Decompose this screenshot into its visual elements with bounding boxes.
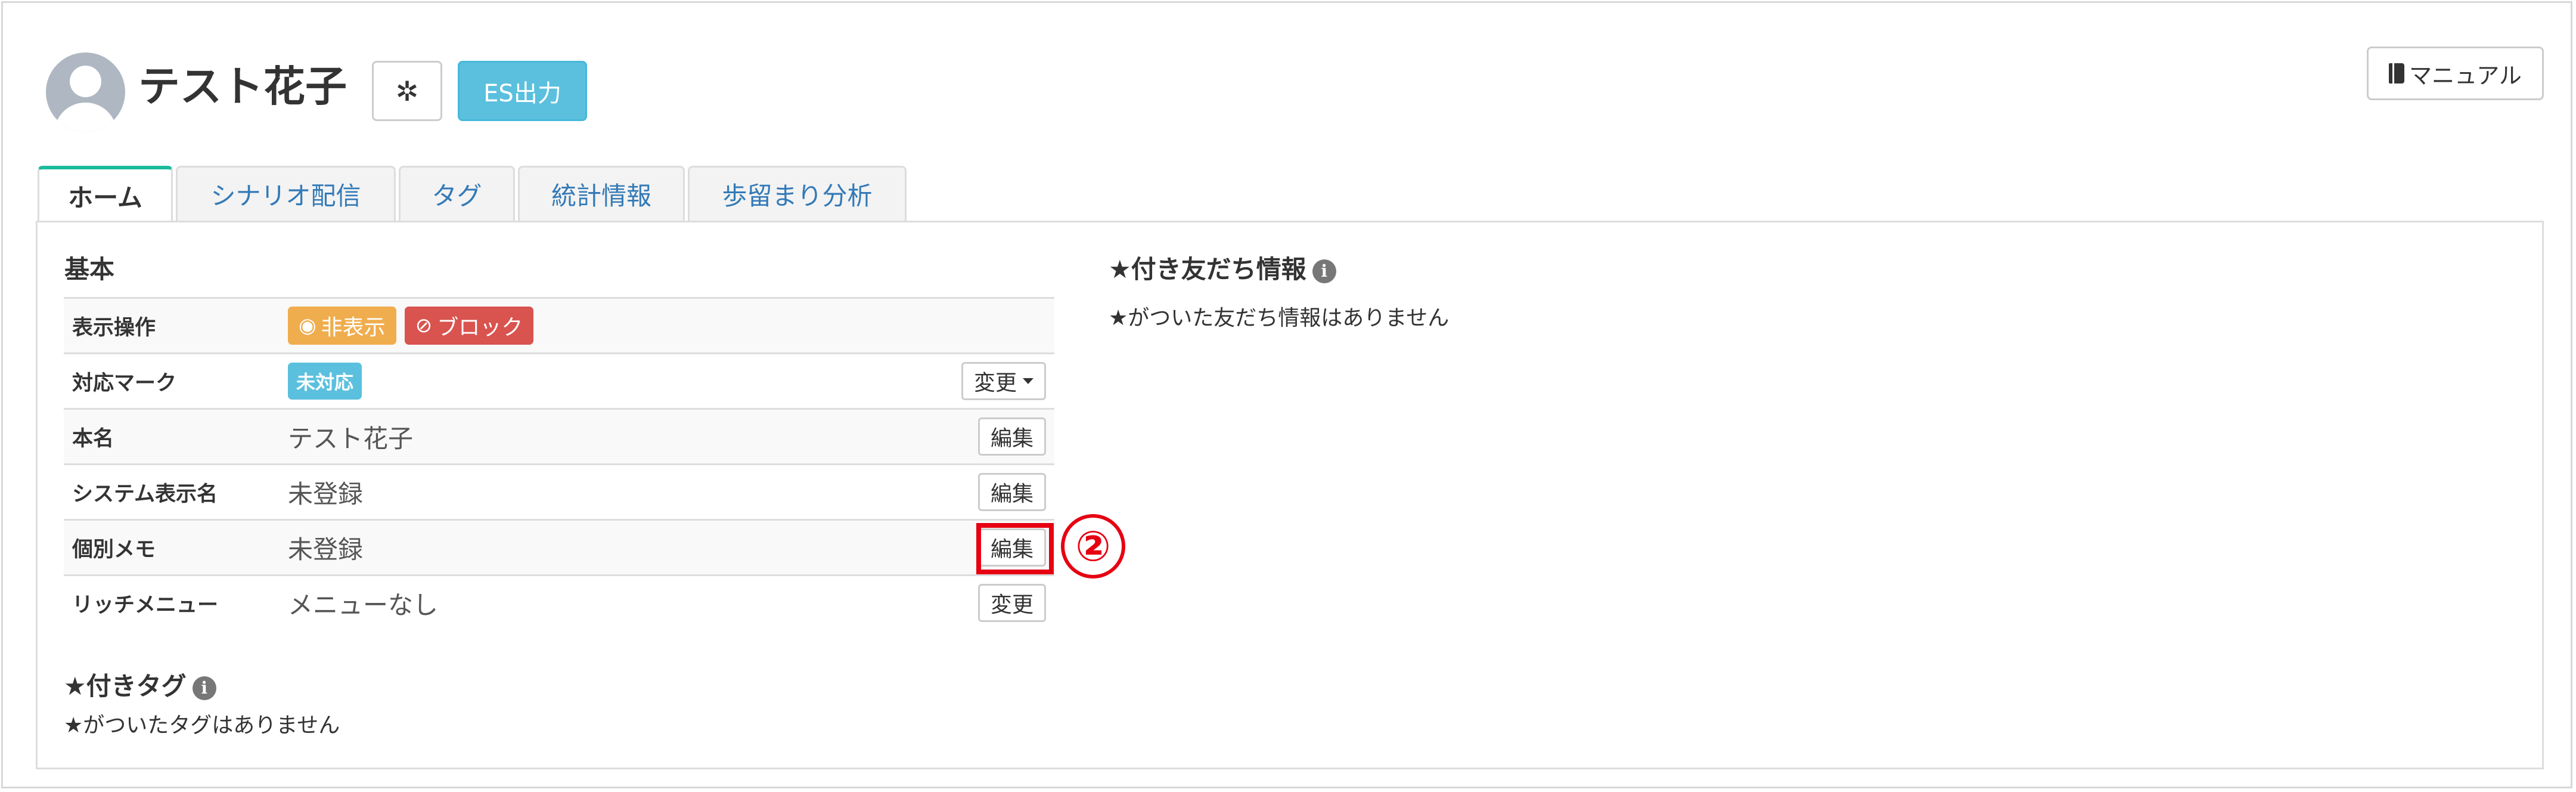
table-row-system-name: システム表示名 未登録 編集 [64,463,1054,520]
row-label: 個別メモ [64,519,288,576]
manual-label: マニュアル [2409,62,2522,89]
settings-button[interactable]: ✲ [372,61,442,121]
mark-change-dropdown[interactable]: 変更 [961,362,1046,400]
info-icon[interactable]: i [1312,259,1336,283]
row-label: システム表示名 [64,463,288,520]
table-row-mark: 対応マーク 未対応 変更 [64,352,1054,409]
system-name-edit-button[interactable]: 編集 [977,473,1046,511]
row-label: 対応マーク [64,352,288,409]
avatar-head [70,66,101,97]
basic-section-title: 基本 [64,255,115,284]
book-icon [2389,63,2405,83]
basic-info-table: 表示操作 ◉ 非表示 ⊘ ブロック 対応マーク 未対応 変更 本名 テスト花子 編集 … [64,297,1054,630]
annotation-highlight-box [976,523,1054,574]
status-badge: 未対応 [288,363,362,400]
table-row-display-ops: 表示操作 ◉ 非表示 ⊘ ブロック [64,297,1054,354]
annotation-number: ② [1061,514,1125,578]
real-name-value: テスト花子 [288,408,927,465]
row-label: リッチメニュー [64,574,288,630]
block-button[interactable]: ⊘ ブロック [404,307,534,345]
hide-button[interactable]: ◉ 非表示 [288,307,396,345]
tab-yield-analysis[interactable]: 歩留まり分析 [688,166,907,221]
tab-scenario[interactable]: シナリオ配信 [176,166,396,221]
tab-home[interactable]: ホーム [38,166,173,222]
row-label: 本名 [64,408,288,465]
rich-menu-value: メニューなし [288,574,927,630]
starred-friends-empty: ★がついた友だち情報はありません [1109,306,1450,330]
real-name-edit-button[interactable]: 編集 [977,417,1046,456]
tab-tags[interactable]: タグ [399,166,515,221]
avatar [46,52,125,132]
caret-down-icon [1023,378,1033,384]
starred-friends-title: ★付き友だち情報 i [1109,249,1336,286]
user-name: テスト花子 [138,62,347,111]
starred-tags-title: ★付きタグ i [64,666,216,703]
rich-menu-change-button[interactable]: 変更 [977,584,1046,622]
starred-tags-empty: ★がついたタグはありません [64,713,340,738]
info-icon[interactable]: i [192,676,216,700]
system-name-value: 未登録 [288,463,927,520]
memo-value: 未登録 [288,519,927,576]
row-label: 表示操作 [64,297,288,354]
eye-slash-icon: ◉ [299,314,316,338]
tab-statistics[interactable]: 統計情報 [518,166,685,221]
tab-bar: ホーム シナリオ配信 タグ 統計情報 歩留まり分析 [38,166,910,222]
avatar-body [54,103,117,132]
ban-icon: ⊘ [415,314,433,338]
table-row-rich-menu: リッチメニュー メニューなし 変更 [64,574,1054,630]
gear-icon: ✲ [395,75,419,107]
manual-button[interactable]: マニュアル [2367,47,2544,100]
table-row-memo: 個別メモ 未登録 編集 [64,519,1054,576]
table-row-real-name: 本名 テスト花子 編集 [64,408,1054,465]
es-export-button[interactable]: ES出力 [458,61,587,121]
